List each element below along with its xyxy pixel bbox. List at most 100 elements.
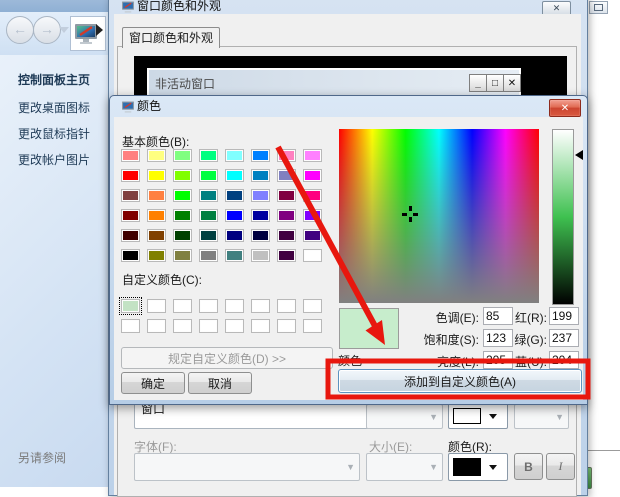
basic-color-swatch[interactable]: [277, 149, 296, 162]
basic-color-swatch[interactable]: [121, 229, 140, 242]
custom-color-swatch[interactable]: [251, 299, 270, 313]
custom-color-swatch[interactable]: [251, 319, 270, 333]
basic-color-swatch[interactable]: [225, 169, 244, 182]
basic-color-swatch[interactable]: [173, 169, 192, 182]
basic-color-swatch[interactable]: [147, 189, 166, 202]
basic-color-swatch[interactable]: [303, 149, 322, 162]
basic-color-swatch[interactable]: [303, 189, 322, 202]
chevron-down-icon: ▼: [429, 462, 438, 472]
hue-input[interactable]: [483, 307, 513, 325]
address-next-icon[interactable]: [96, 24, 103, 36]
basic-color-swatch[interactable]: [303, 209, 322, 222]
chevron-down-icon[interactable]: [59, 27, 69, 33]
close-icon[interactable]: ✕: [549, 99, 581, 117]
basic-color-swatch[interactable]: [199, 169, 218, 182]
basic-color-swatch[interactable]: [199, 189, 218, 202]
custom-color-swatch[interactable]: [147, 319, 166, 333]
luminance-input[interactable]: [483, 351, 513, 369]
basic-color-swatch[interactable]: [173, 229, 192, 242]
italic-button[interactable]: I: [546, 453, 575, 480]
basic-color-swatch[interactable]: [277, 249, 296, 262]
bold-button[interactable]: B: [514, 453, 543, 480]
basic-color-swatch[interactable]: [173, 209, 192, 222]
font-color-select[interactable]: [448, 453, 508, 481]
sidebar-item-desktop-icons[interactable]: 更改桌面图标: [18, 99, 90, 116]
color-solid-label: 颜色: [338, 352, 362, 369]
basic-color-swatch[interactable]: [303, 249, 322, 262]
basic-color-swatch[interactable]: [199, 209, 218, 222]
custom-color-swatch[interactable]: [173, 299, 192, 313]
green-input[interactable]: [549, 329, 579, 347]
custom-color-swatch[interactable]: [121, 299, 140, 313]
basic-color-swatch[interactable]: [251, 249, 270, 262]
basic-color-swatch[interactable]: [225, 189, 244, 202]
saturation-input[interactable]: [483, 329, 513, 347]
basic-color-swatch[interactable]: [199, 229, 218, 242]
basic-color-swatch[interactable]: [121, 209, 140, 222]
custom-color-swatch[interactable]: [303, 299, 322, 313]
basic-color-swatch[interactable]: [251, 209, 270, 222]
font-size-select: ▼: [366, 453, 443, 481]
basic-color-swatch[interactable]: [147, 249, 166, 262]
maximize-glyph: □: [492, 78, 498, 89]
custom-color-swatch[interactable]: [147, 299, 166, 313]
forward-button[interactable]: →: [33, 16, 61, 44]
custom-color-swatch[interactable]: [225, 319, 244, 333]
cancel-button[interactable]: 取消: [188, 372, 252, 394]
basic-color-swatch[interactable]: [303, 229, 322, 242]
basic-color-swatch[interactable]: [199, 249, 218, 262]
custom-color-swatch[interactable]: [121, 319, 140, 333]
basic-color-swatch[interactable]: [121, 169, 140, 182]
custom-color-swatch[interactable]: [303, 319, 322, 333]
basic-color-swatch[interactable]: [277, 209, 296, 222]
custom-color-swatch[interactable]: [277, 319, 296, 333]
tab-window-color[interactable]: 窗口颜色和外观: [122, 27, 220, 48]
basic-color-swatch[interactable]: [251, 169, 270, 182]
basic-color-swatch[interactable]: [173, 149, 192, 162]
blue-input[interactable]: [549, 351, 579, 369]
custom-color-swatch[interactable]: [277, 299, 296, 313]
item-color1-select[interactable]: [448, 403, 508, 429]
chevron-down-icon: ▼: [429, 412, 438, 422]
custom-color-swatch[interactable]: [225, 299, 244, 313]
custom-colors-label: 自定义颜色(C):: [122, 271, 202, 288]
sidebar-item-mouse-pointers[interactable]: 更改鼠标指针: [18, 125, 90, 142]
color-crosshair-icon[interactable]: [402, 206, 418, 222]
close-glyph: ✕: [508, 78, 516, 89]
basic-color-swatch[interactable]: [251, 189, 270, 202]
basic-color-swatch[interactable]: [277, 189, 296, 202]
basic-color-swatch[interactable]: [121, 249, 140, 262]
sidebar-item-home[interactable]: 控制面板主页: [18, 71, 90, 88]
basic-color-swatch[interactable]: [225, 149, 244, 162]
basic-color-swatch[interactable]: [277, 229, 296, 242]
basic-color-swatch[interactable]: [199, 149, 218, 162]
hue-saturation-field[interactable]: [339, 129, 539, 303]
custom-color-swatch[interactable]: [199, 319, 218, 333]
basic-color-swatch[interactable]: [147, 169, 166, 182]
restore-window-button[interactable]: [589, 1, 608, 14]
custom-color-swatch[interactable]: [199, 299, 218, 313]
luminance-bar[interactable]: [552, 129, 574, 305]
basic-color-swatch[interactable]: [147, 149, 166, 162]
back-button[interactable]: ←: [6, 16, 34, 44]
sidebar-item-account-picture[interactable]: 更改帐户图片: [18, 151, 90, 168]
basic-color-swatch[interactable]: [173, 249, 192, 262]
custom-color-swatch[interactable]: [173, 319, 192, 333]
basic-color-swatch[interactable]: [173, 189, 192, 202]
basic-color-swatch[interactable]: [277, 169, 296, 182]
basic-color-swatch[interactable]: [303, 169, 322, 182]
basic-color-swatch[interactable]: [147, 229, 166, 242]
basic-color-swatch[interactable]: [225, 209, 244, 222]
basic-color-swatch[interactable]: [121, 149, 140, 162]
add-to-custom-colors-button[interactable]: 添加到自定义颜色(A): [338, 369, 582, 393]
basic-color-swatch[interactable]: [251, 229, 270, 242]
hue-label: 色调(E):: [397, 309, 479, 326]
luminance-slider-icon[interactable]: [575, 150, 583, 160]
red-input[interactable]: [549, 307, 579, 325]
basic-color-swatch[interactable]: [121, 189, 140, 202]
basic-color-swatch[interactable]: [147, 209, 166, 222]
ok-button[interactable]: 确定: [121, 372, 185, 394]
basic-color-swatch[interactable]: [225, 229, 244, 242]
basic-color-swatch[interactable]: [225, 249, 244, 262]
basic-color-swatch[interactable]: [251, 149, 270, 162]
